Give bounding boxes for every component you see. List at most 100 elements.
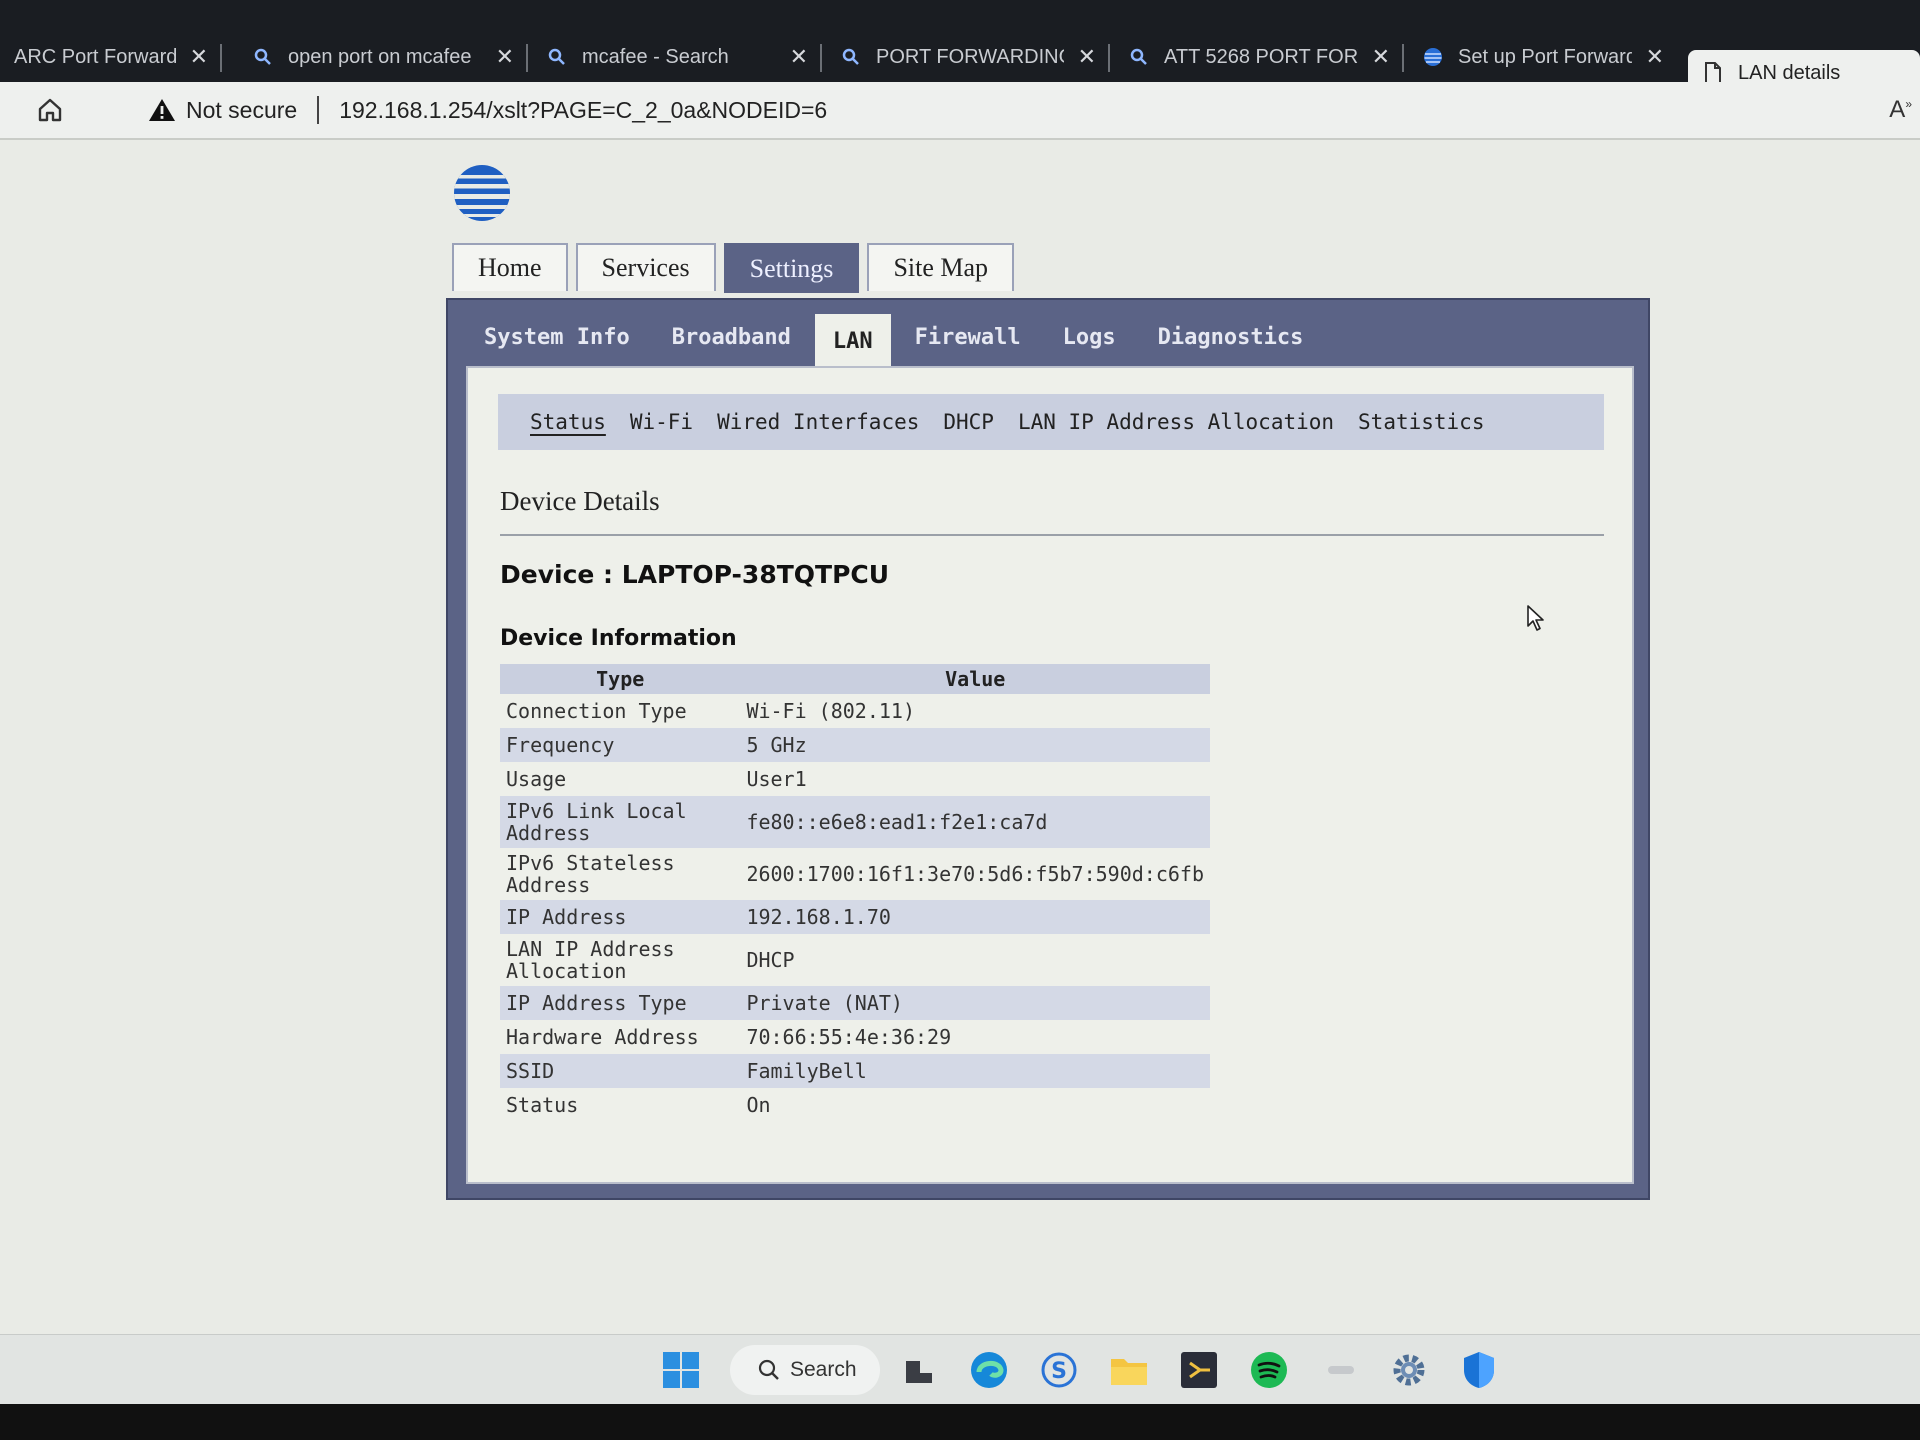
close-tab-icon[interactable]: ✕	[190, 44, 208, 70]
table-row: SSID FamilyBell	[500, 1054, 1210, 1088]
svg-text:S: S	[1051, 1359, 1067, 1384]
tab-home[interactable]: Home	[452, 243, 568, 291]
row-value: DHCP	[746, 948, 795, 972]
browser-tab[interactable]: ATT 5268 PORT FORW ✕	[1114, 34, 1404, 80]
table-row: LAN IP Address Allocation DHCP	[500, 934, 1210, 986]
table-row: Connection Type Wi-Fi (802.11)	[500, 694, 1210, 728]
row-value: 192.168.1.70	[740, 900, 1210, 934]
link-wired-interfaces[interactable]: Wired Interfaces	[717, 410, 919, 434]
row-type: IP Address Type	[500, 986, 741, 1020]
link-wifi[interactable]: Wi-Fi	[630, 410, 693, 434]
address-bar: Not secure 192.168.1.254/xslt?PAGE=C_2_0…	[0, 82, 1920, 140]
row-type: Frequency	[500, 728, 741, 762]
task-view-icon[interactable]	[896, 1347, 942, 1393]
section-title: Device Details	[500, 486, 660, 516]
taskbar-search[interactable]: Search	[730, 1345, 880, 1395]
tab-broadband[interactable]: Broadband	[654, 314, 809, 360]
row-value: FamilyBell	[740, 1054, 1210, 1088]
link-status[interactable]: Status	[530, 410, 606, 434]
row-value: 5 GHz	[740, 728, 1210, 762]
table-row: Frequency 5 GHz	[500, 728, 1210, 762]
close-tab-icon[interactable]: ✕	[1372, 44, 1390, 70]
link-dhcp[interactable]: DHCP	[943, 410, 994, 434]
row-value: fe80::e6e8:ead1:f2e1:ca7d	[740, 796, 1210, 848]
table-header-row: Type Value	[500, 664, 1210, 694]
table-row: IPv6 Link Local Address fe80::e6e8:ead1:…	[500, 796, 1210, 848]
mouse-cursor-icon	[1526, 604, 1546, 632]
lan-content-panel: Status Wi-Fi Wired Interfaces DHCP LAN I…	[466, 366, 1634, 1184]
tab-lan[interactable]: LAN	[814, 314, 891, 368]
row-value: 2600:1700:16f1:3e70:5d6:f5b7:590d:c6fb	[746, 862, 1204, 886]
row-type: Connection Type	[506, 699, 687, 723]
browser-tab[interactable]: Set up Port Forwardin ✕	[1408, 34, 1678, 80]
tab-services[interactable]: Services	[575, 243, 716, 291]
table-row: Hardware Address 70:66:55:4e:36:29	[500, 1020, 1210, 1054]
row-value: 70:66:55:4e:36:29	[746, 1025, 952, 1049]
settings-gear-icon[interactable]	[1386, 1347, 1432, 1393]
table-row: Usage User1	[500, 762, 1210, 796]
tab-diagnostics[interactable]: Diagnostics	[1140, 314, 1322, 360]
home-icon[interactable]	[30, 90, 70, 130]
device-info-table: Type Value Connection Type Wi-Fi (802.11…	[500, 664, 1210, 1122]
file-explorer-icon[interactable]	[1106, 1347, 1152, 1393]
row-type: SSID	[500, 1054, 741, 1088]
document-icon	[1702, 62, 1724, 84]
tab-settings[interactable]: Settings	[723, 243, 860, 293]
row-type: IPv6 Stateless Address	[506, 851, 675, 897]
row-type: Hardware Address	[506, 1025, 699, 1049]
close-tab-icon[interactable]: ✕	[1078, 44, 1096, 70]
url-field[interactable]: 192.168.1.254/xslt?PAGE=C_2_0a&NODEID=6	[339, 97, 827, 124]
row-type: IP Address	[500, 900, 741, 934]
lan-subnav: Status Wi-Fi Wired Interfaces DHCP LAN I…	[498, 394, 1604, 450]
main-nav: Home Services Settings Site Map	[452, 243, 1015, 293]
browser-tab[interactable]: PORT FORWARDING V ✕	[826, 34, 1110, 80]
table-row: IP Address Type Private (NAT)	[500, 986, 1210, 1020]
settings-frame: System Info Broadband LAN Firewall Logs …	[446, 298, 1650, 1200]
tab-firewall[interactable]: Firewall	[897, 314, 1039, 360]
att-logo	[452, 163, 512, 223]
close-tab-icon[interactable]: ✕	[1646, 44, 1664, 70]
security-indicator[interactable]: Not secure	[148, 97, 297, 124]
att-globe-icon	[1422, 46, 1444, 68]
spotify-icon[interactable]	[1246, 1347, 1292, 1393]
settings-subnav: System Info Broadband LAN Firewall Logs …	[466, 314, 1322, 368]
row-type: Usage	[506, 767, 567, 791]
browser-tab[interactable]: mcafee - Search ✕	[532, 34, 822, 80]
browser-tab[interactable]: ARC Port Forwarding ✕	[0, 34, 222, 80]
tab-logs[interactable]: Logs	[1045, 314, 1134, 360]
tab-site-map[interactable]: Site Map	[867, 243, 1015, 291]
row-value: Wi-Fi (802.11)	[746, 699, 916, 723]
tab-system-info[interactable]: System Info	[466, 314, 648, 360]
skype-icon[interactable]: S	[1036, 1347, 1082, 1393]
row-type: LAN IP Address Allocation	[506, 937, 675, 983]
search-icon	[546, 46, 568, 68]
row-type: IPv6 Link Local Address	[500, 796, 741, 848]
security-shield-icon[interactable]	[1456, 1347, 1502, 1393]
link-statistics[interactable]: Statistics	[1358, 410, 1484, 434]
column-header-value: Value	[740, 664, 1210, 694]
read-aloud-icon[interactable]: A»	[1889, 96, 1912, 124]
search-icon	[1128, 46, 1150, 68]
close-tab-icon[interactable]: ✕	[496, 44, 514, 70]
column-header-type: Type	[500, 664, 741, 694]
device-info-heading: Device Information	[500, 626, 737, 651]
warning-icon	[149, 99, 175, 121]
screen-bezel	[0, 1404, 1920, 1440]
taskbar-search-label: Search	[790, 1358, 857, 1381]
windows-start-icon[interactable]	[658, 1347, 704, 1393]
app-icon[interactable]	[1318, 1347, 1364, 1393]
row-value: On	[746, 1093, 771, 1117]
table-row: IPv6 Stateless Address 2600:1700:16f1:3e…	[500, 848, 1210, 900]
edge-browser-icon[interactable]	[966, 1347, 1012, 1393]
browser-tab-strip: ARC Port Forwarding ✕ open port on mcafe…	[0, 0, 1920, 96]
browser-tab[interactable]: open port on mcafee ✕	[238, 34, 528, 80]
row-value: User1	[746, 767, 807, 791]
device-title: Device : LAPTOP-38TQTPCU	[500, 560, 890, 589]
security-label: Not secure	[186, 96, 298, 123]
close-tab-icon[interactable]: ✕	[790, 44, 808, 70]
terminal-app-icon[interactable]	[1176, 1347, 1222, 1393]
section-divider	[500, 534, 1604, 536]
windows-taskbar: Search S	[0, 1334, 1920, 1404]
search-icon	[252, 46, 274, 68]
link-lan-ip-allocation[interactable]: LAN IP Address Allocation	[1018, 410, 1334, 434]
